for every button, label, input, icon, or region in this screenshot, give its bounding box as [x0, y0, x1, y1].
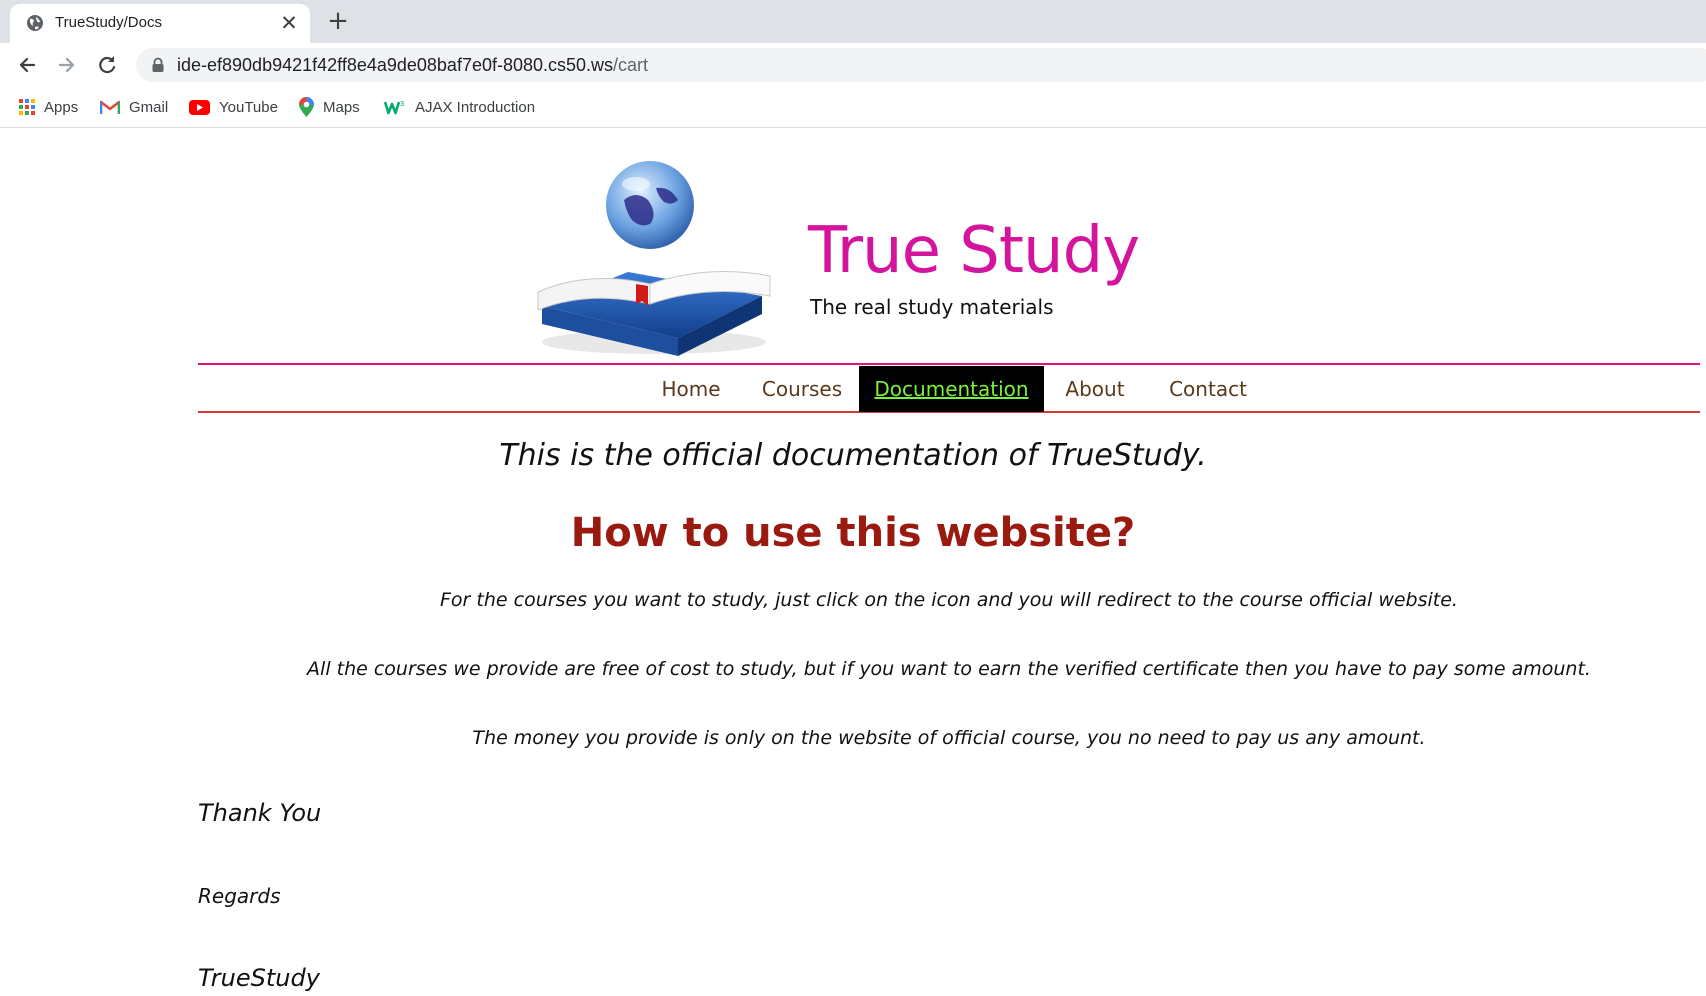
svg-text:3: 3 — [400, 100, 404, 108]
thank-you-text: Thank You — [198, 799, 322, 827]
nav-about[interactable]: About — [1050, 366, 1140, 412]
paragraph-cost: All the courses we provide are free of c… — [307, 658, 1591, 680]
main-nav: Home Courses Documentation About Contact — [198, 363, 1700, 413]
bookmark-ajax-introduction[interactable]: 3 AJAX Introduction — [384, 95, 535, 119]
w3schools-icon: 3 — [384, 100, 404, 115]
browser-tab[interactable]: TrueStudy/Docs ✕ — [10, 4, 310, 43]
new-tab-button[interactable]: + — [324, 8, 352, 36]
youtube-icon — [189, 99, 210, 115]
bookmarks-bar: Apps Gmail YouTube Maps 3 AJAX Introduct… — [0, 87, 1706, 128]
regards-text: Regards — [198, 884, 281, 908]
signature-text: TrueStudy — [198, 964, 320, 992]
back-arrow-icon[interactable] — [12, 50, 42, 80]
address-bar[interactable]: ide-ef890db9421f42ff8e4a9de08baf7e0f-808… — [136, 48, 1706, 82]
tab-strip: TrueStudy/Docs ✕ + — [0, 0, 1706, 43]
maps-pin-icon — [299, 97, 314, 117]
bookmark-youtube[interactable]: YouTube — [189, 95, 278, 119]
paragraph-courses: For the courses you want to study, just … — [440, 589, 1458, 611]
nav-courses[interactable]: Courses — [746, 366, 858, 412]
url-host: ide-ef890db9421f42ff8e4a9de08baf7e0f-808… — [177, 55, 614, 75]
browser-toolbar: ide-ef890db9421f42ff8e4a9de08baf7e0f-808… — [0, 43, 1706, 87]
globe-book-icon — [537, 161, 771, 356]
paragraph-money: The money you provide is only on the web… — [472, 727, 1426, 749]
bookmark-label: Maps — [323, 98, 360, 116]
bookmark-label: Apps — [44, 98, 79, 116]
apps-grid-icon — [19, 99, 35, 115]
nav-home[interactable]: Home — [646, 366, 736, 412]
forward-arrow-icon[interactable] — [52, 50, 82, 80]
bookmark-label: YouTube — [219, 98, 278, 116]
url-path: /cart — [613, 55, 649, 75]
bookmark-apps[interactable]: Apps — [19, 95, 78, 119]
site-tagline: The real study materials — [810, 295, 1054, 319]
intro-text: This is the official documentation of Tr… — [499, 438, 1207, 473]
nav-documentation[interactable]: Documentation — [859, 366, 1044, 412]
lock-icon — [152, 57, 164, 72]
site-title: True Study — [808, 214, 1140, 288]
gmail-icon — [100, 100, 120, 114]
how-to-heading: How to use this website? — [570, 510, 1136, 556]
nav-contact[interactable]: Contact — [1153, 366, 1263, 412]
bookmark-label: Gmail — [129, 98, 169, 116]
url-text: ide-ef890db9421f42ff8e4a9de08baf7e0f-808… — [177, 55, 648, 76]
close-tab-icon[interactable]: ✕ — [278, 12, 300, 34]
reload-icon[interactable] — [92, 50, 122, 80]
bookmark-gmail[interactable]: Gmail — [100, 95, 168, 119]
globe-icon — [27, 15, 43, 31]
tab-title: TrueStudy/Docs — [55, 14, 162, 31]
bookmark-label: AJAX Introduction — [415, 98, 536, 116]
bookmark-maps[interactable]: Maps — [299, 95, 360, 119]
